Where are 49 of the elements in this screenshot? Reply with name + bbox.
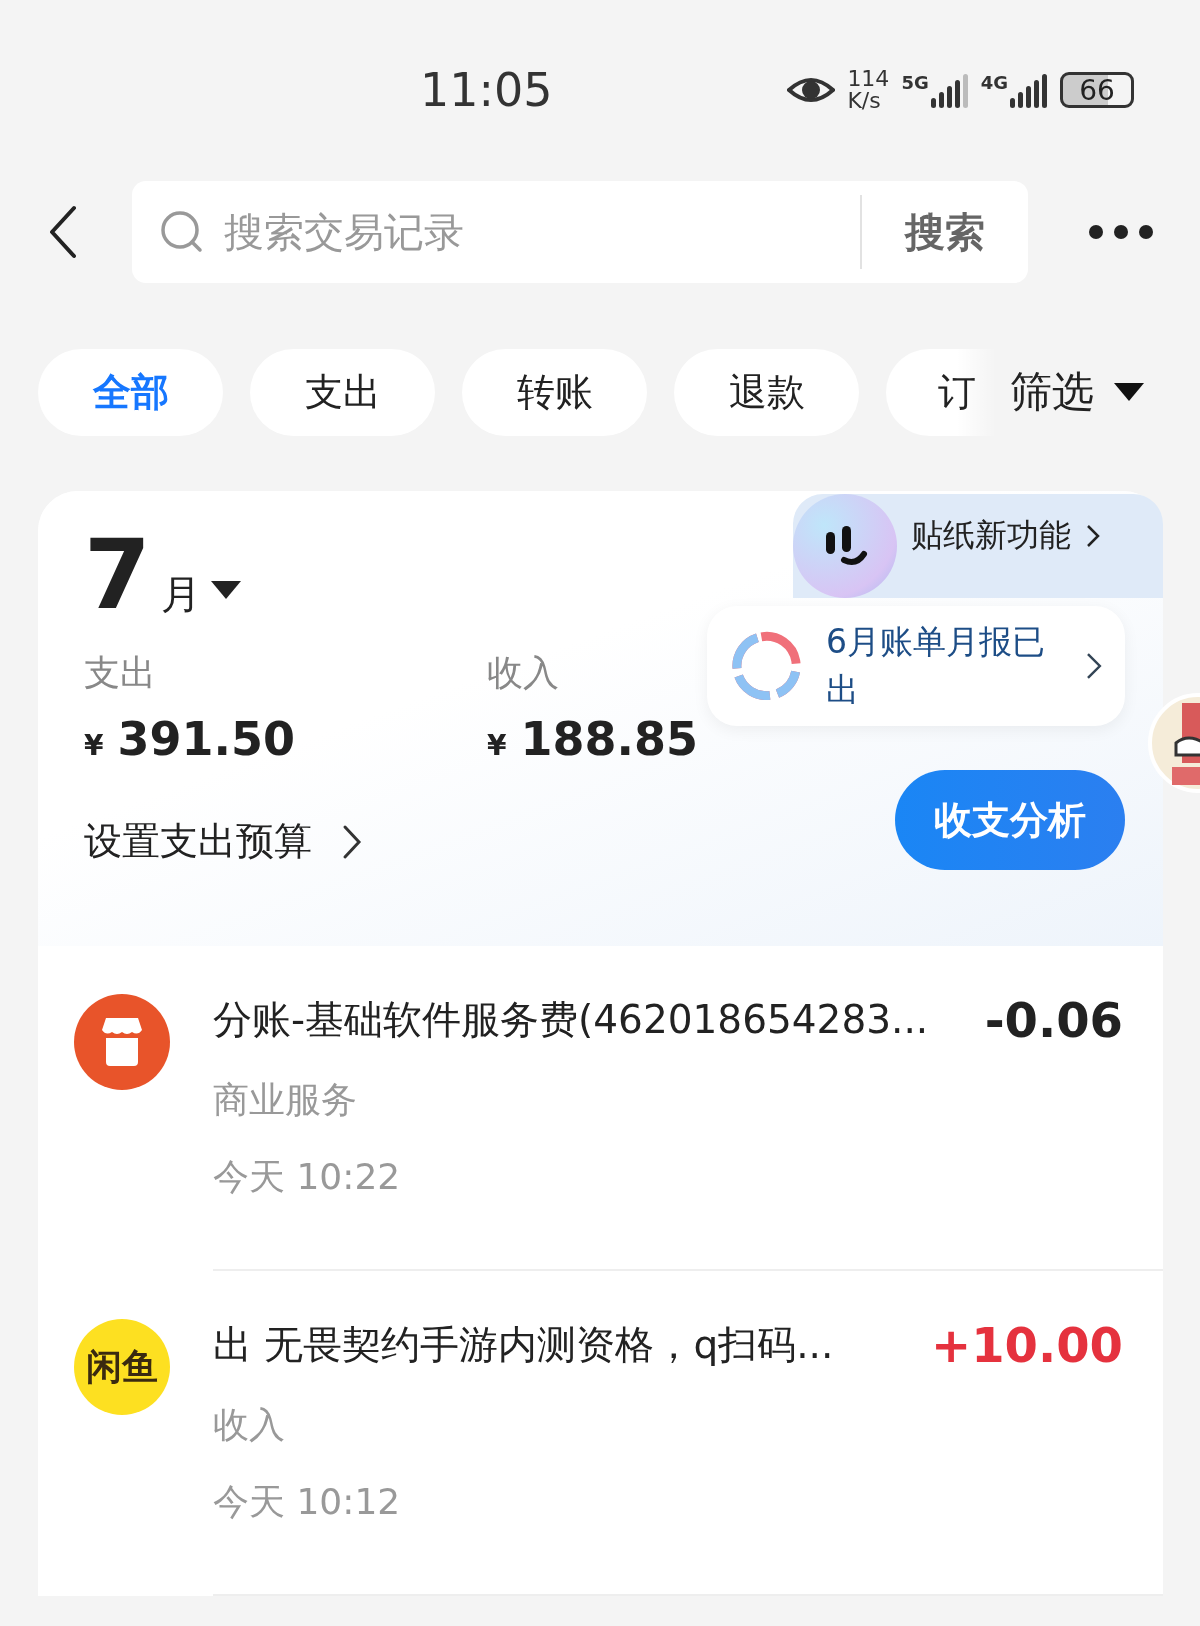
- app-logo: 闲鱼: [74, 1319, 170, 1415]
- transaction-time: 今天 10:22: [213, 1155, 402, 1199]
- analysis-button[interactable]: 收支分析: [895, 770, 1125, 870]
- transaction-row[interactable]: 闲鱼 出 无畏契约手游内测资格，q扫码... +10.00 收入 今天 10:12: [38, 1271, 1163, 1596]
- filter-tab[interactable]: 退款: [674, 348, 859, 436]
- sticker-promo-text: 贴纸新功能: [911, 515, 1071, 556]
- network-type-label: 4G: [980, 72, 1008, 93]
- expense-label: 支出: [84, 651, 157, 695]
- sticker-banner[interactable]: 贴纸新功能: [793, 494, 1163, 598]
- signal-icon: [930, 72, 969, 108]
- income-amount: 188.85: [520, 712, 698, 766]
- transaction-title: 分账-基础软件服务费(462018654283...: [213, 996, 929, 1044]
- transaction-title: 出 无畏契约手游内测资格，q扫码...: [213, 1321, 834, 1369]
- shop-icon: [74, 994, 170, 1090]
- network-type-label: 5G: [901, 72, 929, 93]
- month-unit: 月: [160, 570, 201, 619]
- battery-percent: 66: [1079, 73, 1115, 107]
- search-field[interactable]: 搜索交易记录 搜索: [132, 181, 1028, 283]
- transaction-amount: +10.00: [930, 1317, 1123, 1373]
- currency-symbol: ¥: [84, 729, 104, 762]
- clock-time: 11:05: [420, 63, 553, 117]
- chevron-icon[interactable]: [342, 823, 362, 860]
- transaction-category: 商业服务: [213, 1078, 358, 1122]
- chevron-icon: [1085, 523, 1101, 549]
- caret-icon: [210, 581, 241, 599]
- filter-tab[interactable]: 全部: [38, 348, 223, 436]
- month-number: 7: [84, 531, 151, 619]
- currency-symbol: ¥: [487, 729, 507, 762]
- filter-button[interactable]: 筛选: [996, 348, 1184, 436]
- transaction-row[interactable]: 分账-基础软件服务费(462018654283... -0.06 商业服务 今天 10:22: [38, 946, 1163, 1271]
- signal-icon: [1010, 72, 1048, 108]
- more-icon[interactable]: [1088, 224, 1154, 240]
- network-speed: 114: [847, 68, 890, 90]
- report-text: 6月账单月报已出: [826, 621, 1047, 711]
- income-label: 收入: [487, 651, 560, 695]
- budget-link[interactable]: 设置支出预算: [84, 816, 312, 867]
- chevron-icon: [1085, 651, 1103, 681]
- network-speed-unit: K/s: [847, 90, 882, 112]
- expense-amount: 391.50: [117, 712, 295, 766]
- report-bubble[interactable]: 6月账单月报已出: [707, 606, 1125, 726]
- search-button[interactable]: 搜索: [862, 203, 1028, 261]
- caret-icon: [1114, 383, 1144, 401]
- transaction-time: 今天 10:12: [213, 1480, 402, 1524]
- transaction-amount: -0.06: [984, 992, 1123, 1048]
- filter-tab[interactable]: 转账: [462, 348, 647, 436]
- smiley-sticker-icon: [793, 494, 897, 598]
- filter-tab[interactable]: 支出: [250, 348, 435, 436]
- transaction-category: 收入: [213, 1403, 286, 1447]
- search-icon: [160, 210, 204, 254]
